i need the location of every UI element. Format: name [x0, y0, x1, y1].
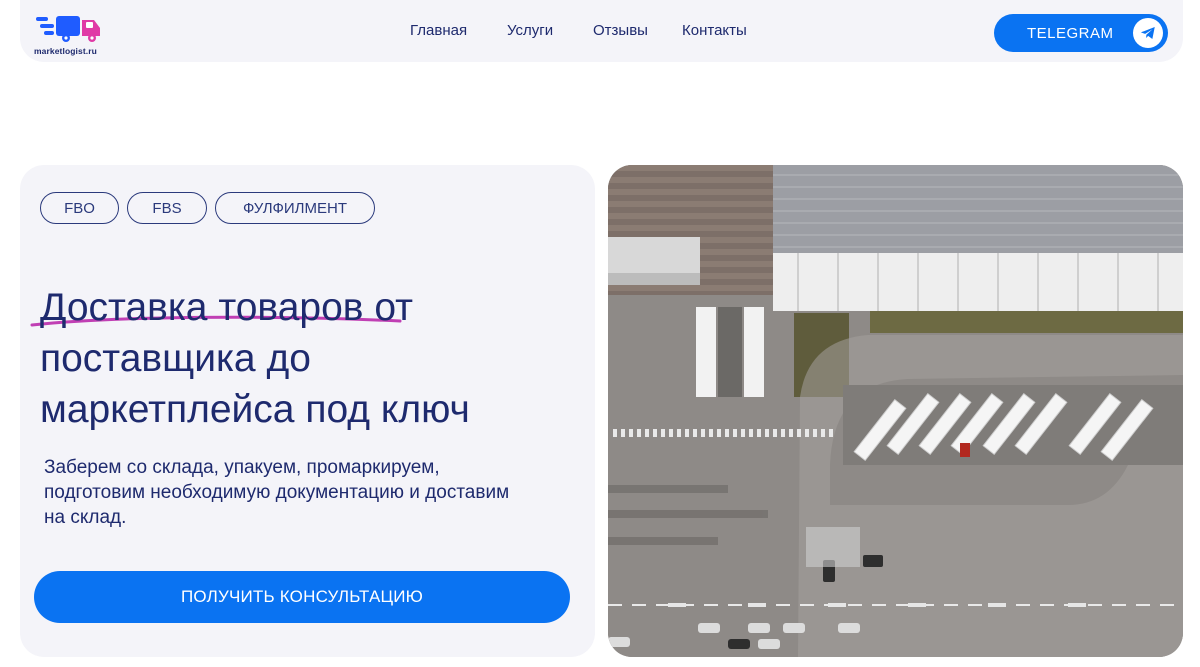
hero-card: FBO FBS ФУЛФИЛМЕНТ Доставка товаров от п…	[20, 165, 595, 657]
delivery-truck-logo-icon	[36, 16, 100, 42]
site-header: marketlogist.ru Главная Услуги Отзывы Ко…	[20, 0, 1183, 62]
tag-fulfillment[interactable]: ФУЛФИЛМЕНТ	[215, 192, 375, 224]
get-consultation-button[interactable]: ПОЛУЧИТЬ КОНСУЛЬТАЦИЮ	[34, 571, 570, 623]
tag-fbs[interactable]: FBS	[127, 192, 207, 224]
hero-title-line-2: поставщика до	[40, 337, 311, 380]
hero-title-line-3: маркетплейса под ключ	[40, 388, 470, 431]
telegram-button-label: TELEGRAM	[1027, 25, 1114, 42]
hero-title: Доставка товаров от поставщика до маркет…	[40, 282, 560, 435]
nav-item-contacts[interactable]: Контакты	[682, 22, 747, 39]
tag-fbo[interactable]: FBO	[40, 192, 119, 224]
hero-title-line-1: Доставка товаров от	[40, 286, 414, 329]
hero-description: Заберем со склада, упакуем, промаркируем…	[44, 457, 510, 528]
logo-text: marketlogist.ru	[34, 46, 97, 56]
warehouse-aerial-photo	[608, 165, 1183, 657]
site-logo[interactable]: marketlogist.ru	[34, 14, 114, 56]
telegram-button[interactable]: TELEGRAM	[994, 14, 1168, 52]
nav-item-home[interactable]: Главная	[410, 22, 467, 39]
nav-item-reviews[interactable]: Отзывы	[593, 22, 648, 39]
nav-item-services[interactable]: Услуги	[507, 22, 553, 39]
telegram-icon	[1133, 18, 1163, 48]
